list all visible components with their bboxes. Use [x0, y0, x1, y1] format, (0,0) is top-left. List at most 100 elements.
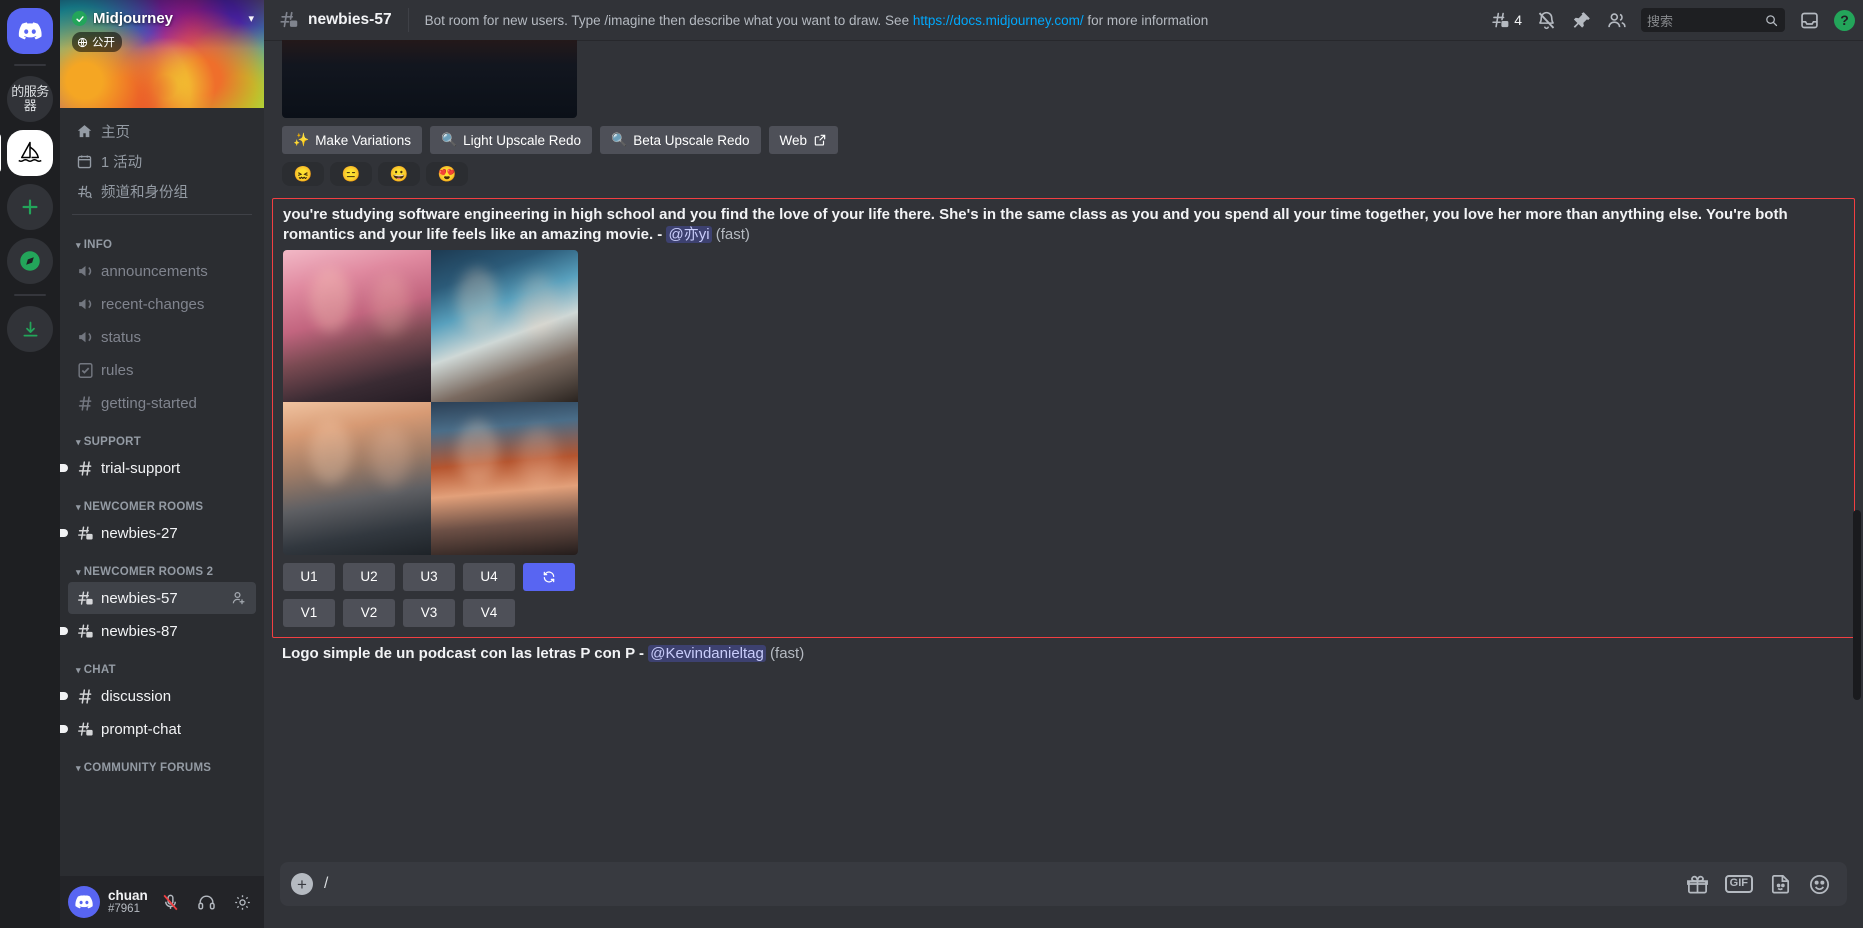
- message-prompt-text: you're studying software engineering in …: [283, 205, 1844, 245]
- sidebar-item-newbies-57[interactable]: newbies-57: [68, 582, 256, 614]
- discord-home-button[interactable]: [7, 8, 53, 54]
- category-newcomer-rooms-label: NEWCOMER ROOMS: [83, 501, 204, 513]
- add-server-button[interactable]: [7, 184, 53, 230]
- reaction[interactable]: 😖: [282, 162, 324, 186]
- mention[interactable]: @Kevindanieltag: [648, 644, 766, 662]
- scrollbar[interactable]: [1853, 510, 1861, 700]
- user-info[interactable]: chuan #7961: [108, 888, 148, 917]
- external-link-icon: [814, 134, 826, 146]
- u2-button[interactable]: U2: [343, 562, 395, 591]
- reaction[interactable]: 😑: [330, 162, 372, 186]
- topic-text-after: for more information: [1083, 12, 1209, 28]
- generated-image-grid[interactable]: [283, 249, 578, 555]
- reaction[interactable]: 😍: [426, 162, 468, 186]
- chevron-down-icon: ▾: [76, 762, 81, 773]
- reroll-button[interactable]: [523, 562, 575, 591]
- rail-divider-2: [14, 294, 46, 296]
- sidebar-item-events[interactable]: 1 活动: [68, 146, 256, 176]
- topic-link[interactable]: https://docs.midjourney.com/: [913, 13, 1084, 28]
- u1-button[interactable]: U1: [283, 562, 335, 591]
- hash-thread-icon: [76, 524, 95, 543]
- speed-label: (fast): [715, 225, 750, 243]
- sidebar-item-status[interactable]: status: [68, 321, 256, 353]
- hash-icon: [76, 687, 95, 706]
- sidebar-item-prompt-chat[interactable]: prompt-chat: [60, 713, 256, 745]
- server-header[interactable]: Midjourney ▾: [72, 10, 254, 27]
- message-composer[interactable]: + / GIF: [280, 862, 1847, 906]
- sidebar-item-newbies-87[interactable]: newbies-87: [60, 615, 256, 647]
- channel-topic[interactable]: Bot room for new users. Type /imagine th…: [425, 13, 1483, 28]
- threads-icon[interactable]: 4: [1490, 10, 1522, 31]
- server-midjourney[interactable]: [0, 130, 53, 176]
- reaction[interactable]: 😀: [378, 162, 420, 186]
- v3-button[interactable]: V3: [403, 598, 455, 627]
- members-icon[interactable]: [1606, 10, 1627, 31]
- v2-button[interactable]: V2: [343, 598, 395, 627]
- chevron-down-icon[interactable]: ▾: [248, 12, 254, 25]
- help-icon[interactable]: ?: [1834, 9, 1855, 31]
- search-input[interactable]: 搜索: [1641, 8, 1785, 32]
- explore-servers-button[interactable]: [7, 238, 53, 284]
- emoji-icon[interactable]: [1808, 873, 1831, 896]
- unread-indicator: [60, 627, 68, 635]
- user-panel: chuan #7961: [60, 876, 264, 928]
- sticker-icon[interactable]: [1769, 873, 1792, 896]
- sidebar-item-newbies-27[interactable]: newbies-27: [60, 517, 256, 549]
- channel-label: getting-started: [101, 394, 197, 412]
- beta-upscale-redo-label: Beta Upscale Redo: [633, 132, 750, 148]
- web-button[interactable]: Web: [768, 126, 839, 154]
- sidebar-item-channels-roles[interactable]: 频道和身份组: [68, 176, 256, 206]
- hash-thread-icon: [76, 720, 95, 739]
- category-support[interactable]: ▾ SUPPORT: [68, 420, 256, 452]
- create-thread-icon[interactable]: [230, 589, 248, 607]
- grid-image-1[interactable]: [283, 249, 431, 403]
- headset-icon[interactable]: [192, 888, 220, 916]
- message-list[interactable]: ✨ Make Variations 🔍 Light Upscale Redo 🔍…: [264, 40, 1863, 862]
- u3-button[interactable]: U3: [403, 562, 455, 591]
- avatar[interactable]: [68, 886, 100, 918]
- sidebar-item-rules[interactable]: rules: [68, 354, 256, 386]
- sidebar-item-trial-support[interactable]: trial-support: [60, 452, 256, 484]
- sidebar-item-announcements[interactable]: announcements: [68, 255, 256, 287]
- gear-icon[interactable]: [228, 888, 256, 916]
- channel-list-scroller[interactable]: 主页 1 活动 频道和身份组 ▾ INFO announcements rece…: [60, 108, 264, 876]
- make-variations-button[interactable]: ✨ Make Variations: [282, 126, 422, 154]
- category-newcomer-rooms-2[interactable]: ▾ NEWCOMER ROOMS 2: [68, 550, 256, 582]
- mention[interactable]: @亦yi: [666, 225, 712, 243]
- light-upscale-redo-label: Light Upscale Redo: [463, 132, 581, 148]
- grid-image-2[interactable]: [430, 249, 578, 403]
- sidebar-item-discussion[interactable]: discussion: [60, 680, 256, 712]
- grid-image-3[interactable]: [283, 402, 431, 555]
- inbox-icon[interactable]: [1799, 10, 1820, 31]
- channel-label: recent-changes: [101, 295, 205, 313]
- pin-icon[interactable]: [1571, 10, 1592, 31]
- notification-muted-icon[interactable]: [1536, 10, 1557, 31]
- plus-circle-icon[interactable]: +: [280, 862, 324, 906]
- grid-image-4[interactable]: [430, 402, 578, 555]
- server-folder[interactable]: 的服务器: [7, 76, 53, 122]
- topbar-actions: 4 搜索 ?: [1490, 8, 1855, 32]
- v1-button[interactable]: V1: [283, 598, 335, 627]
- sidebar-item-home[interactable]: 主页: [68, 116, 256, 146]
- category-info[interactable]: ▾ INFO: [68, 223, 256, 255]
- gif-icon[interactable]: GIF: [1724, 875, 1753, 893]
- light-upscale-redo-button[interactable]: 🔍 Light Upscale Redo: [429, 126, 592, 154]
- category-chat[interactable]: ▾ CHAT: [68, 648, 256, 680]
- server-name: Midjourney: [93, 10, 174, 27]
- mic-muted-icon[interactable]: [156, 888, 184, 916]
- server-banner[interactable]: Midjourney ▾ 公开: [60, 0, 264, 108]
- u4-button[interactable]: U4: [463, 562, 515, 591]
- message-input[interactable]: /: [324, 864, 1686, 904]
- category-community-forums[interactable]: ▾ COMMUNITY FORUMS: [68, 746, 256, 778]
- sidebar-item-recent-changes[interactable]: recent-changes: [68, 288, 256, 320]
- beta-upscale-redo-button[interactable]: 🔍 Beta Upscale Redo: [600, 126, 761, 154]
- variation-button-row: V1 V2 V3 V4: [283, 598, 1844, 627]
- gift-icon[interactable]: [1686, 873, 1709, 896]
- message-bottom: Logo simple de un podcast con las letras…: [264, 638, 1863, 664]
- v4-button[interactable]: V4: [463, 598, 515, 627]
- download-apps-button[interactable]: [7, 306, 53, 352]
- category-newcomer-rooms[interactable]: ▾ NEWCOMER ROOMS: [68, 485, 256, 517]
- announcement-icon: [76, 262, 95, 281]
- generated-image-volcano[interactable]: [282, 40, 577, 118]
- sidebar-item-getting-started[interactable]: getting-started: [68, 387, 256, 419]
